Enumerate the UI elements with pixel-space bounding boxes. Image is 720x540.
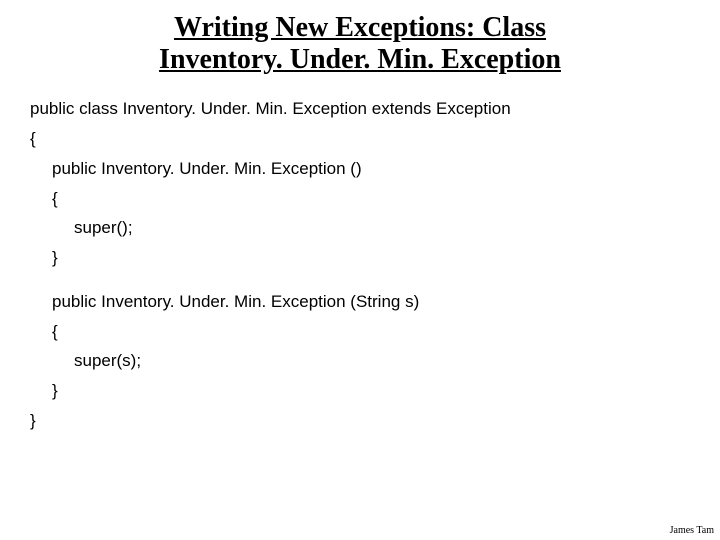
code-line: { bbox=[30, 317, 690, 347]
footer-author: James Tam bbox=[670, 525, 714, 536]
code-line: { bbox=[30, 184, 690, 214]
slide-title: Writing New Exceptions: Class Inventory.… bbox=[30, 12, 690, 76]
code-line: { bbox=[30, 124, 690, 154]
code-line: } bbox=[30, 406, 690, 436]
code-block: public class Inventory. Under. Min. Exce… bbox=[30, 94, 690, 435]
code-line: super(); bbox=[30, 213, 690, 243]
code-line: } bbox=[30, 376, 690, 406]
title-line-2: Inventory. Under. Min. Exception bbox=[159, 44, 561, 75]
code-line: super(s); bbox=[30, 346, 690, 376]
code-line: public class Inventory. Under. Min. Exce… bbox=[30, 94, 690, 124]
title-line-1: Writing New Exceptions: Class bbox=[174, 12, 546, 43]
blank-line bbox=[30, 273, 690, 287]
code-line: public Inventory. Under. Min. Exception … bbox=[30, 154, 690, 184]
code-line: } bbox=[30, 243, 690, 273]
code-line: public Inventory. Under. Min. Exception … bbox=[30, 287, 690, 317]
slide: Writing New Exceptions: Class Inventory.… bbox=[0, 0, 720, 540]
